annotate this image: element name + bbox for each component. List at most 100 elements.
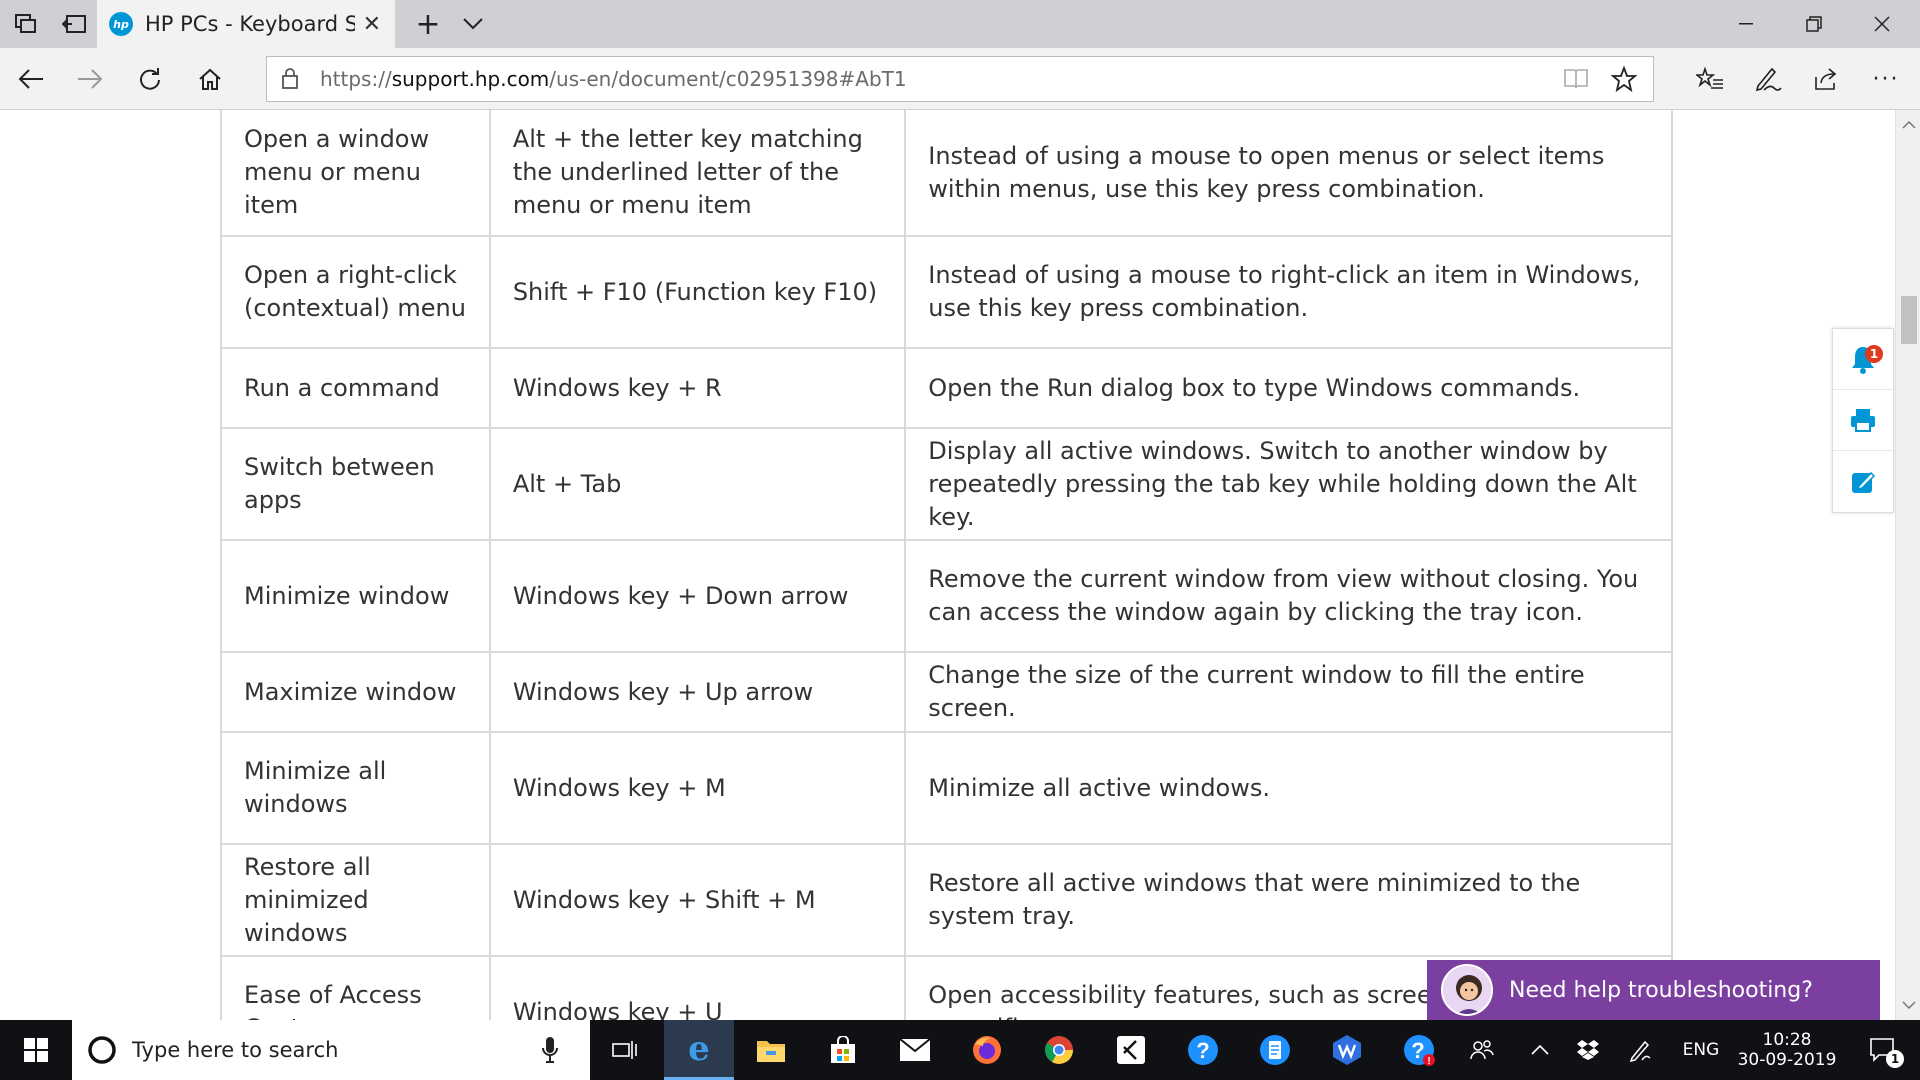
vertical-scrollbar[interactable]	[1895, 110, 1920, 1020]
chrome-icon	[1045, 1036, 1073, 1064]
more-options-icon[interactable]: ···	[1866, 59, 1906, 99]
description-cell: Instead of using a mouse to right-click …	[904, 235, 1673, 349]
favorite-star-icon[interactable]	[1610, 65, 1638, 96]
keys-cell: Windows key + U	[488, 955, 907, 1020]
microphone-icon[interactable]	[542, 1036, 558, 1064]
taskbar-store[interactable]	[808, 1020, 878, 1080]
scrollbar-thumb[interactable]	[1901, 296, 1917, 344]
table-row: Minimize window Windows key + Down arrow…	[220, 539, 1673, 653]
action-center-button[interactable]: 1	[1858, 1020, 1908, 1080]
action-cell: Ease of Access Center	[220, 955, 491, 1020]
windows-logo-icon	[24, 1038, 48, 1062]
clock-date: 30-09-2019	[1737, 1050, 1837, 1070]
address-bar[interactable]: https://support.hp.com/us-en/document/c0…	[266, 56, 1654, 102]
set-tabs-aside-icon[interactable]	[58, 0, 90, 48]
show-hidden-icons-chevron-icon[interactable]	[1522, 1020, 1558, 1080]
start-button[interactable]	[0, 1020, 72, 1080]
title-bar: hp HP PCs - Keyboard Shor ✕ +	[0, 0, 1920, 48]
taskbar-visual-studio[interactable]	[1096, 1020, 1166, 1080]
description-cell: Minimize all active windows.	[904, 731, 1673, 845]
keys-cell: Windows key + Shift + M	[488, 843, 907, 957]
notification-count-badge: 1	[1865, 345, 1883, 363]
reading-view-icon[interactable]	[1563, 68, 1589, 94]
firefox-icon	[973, 1036, 1001, 1064]
svg-text:?: ?	[1411, 1038, 1424, 1063]
scroll-up-arrow-icon[interactable]	[1896, 114, 1920, 136]
taskbar-firefox[interactable]	[952, 1020, 1022, 1080]
taskbar-chrome[interactable]	[1024, 1020, 1094, 1080]
action-cell: Open a right-click (contextual) menu	[220, 235, 491, 349]
taskbar-hp-support[interactable]: ?!	[1384, 1020, 1454, 1080]
action-cell: Restore all minimized windows	[220, 843, 491, 957]
input-language-indicator[interactable]: ENG	[1675, 1020, 1727, 1080]
svg-text:!: !	[1427, 1056, 1430, 1067]
tab-title: HP PCs - Keyboard Shor	[145, 12, 355, 36]
refresh-icon[interactable]	[130, 59, 170, 99]
table-row: Restore all minimized windows Windows ke…	[220, 843, 1673, 957]
support-assistant-icon: ?!	[1404, 1035, 1435, 1067]
keys-cell: Windows key + M	[488, 731, 907, 845]
keys-cell: Windows key + Up arrow	[488, 651, 907, 733]
notes-icon	[1260, 1035, 1290, 1065]
virtual-agent-chat-button[interactable]: Need help troubleshooting?	[1427, 960, 1880, 1020]
table-row: Minimize all windows Windows key + M Min…	[220, 731, 1673, 845]
agent-avatar	[1441, 964, 1493, 1016]
store-bag-icon	[831, 1036, 855, 1063]
close-window-icon[interactable]	[1848, 0, 1916, 48]
clock-time: 10:28	[1762, 1030, 1812, 1050]
pen-workspace-icon[interactable]	[1622, 1020, 1658, 1080]
web-note-pen-icon[interactable]	[1748, 59, 1788, 99]
url-text[interactable]: https://support.hp.com/us-en/document/c0…	[320, 67, 907, 91]
floating-tools-panel: 1	[1832, 328, 1894, 513]
help-question-icon: ?	[1188, 1035, 1218, 1065]
lock-icon[interactable]	[281, 67, 299, 93]
search-placeholder[interactable]: Type here to search	[132, 1038, 338, 1062]
scroll-down-arrow-icon[interactable]	[1896, 994, 1920, 1016]
favorites-hub-icon[interactable]	[1690, 59, 1730, 99]
task-view-button[interactable]	[590, 1020, 660, 1080]
taskbar-get-help[interactable]: ?	[1168, 1020, 1238, 1080]
action-cell: Switch between apps	[220, 427, 491, 541]
print-button[interactable]	[1833, 390, 1893, 451]
taskbar-mail[interactable]	[880, 1020, 950, 1080]
keys-cell: Windows key + R	[488, 347, 907, 429]
clock[interactable]: 10:28 30-09-2019	[1732, 1020, 1842, 1080]
action-cell: Minimize window	[220, 539, 491, 653]
action-cell: Open a window menu or menu item	[220, 110, 491, 237]
keys-cell: Windows key + Down arrow	[488, 539, 907, 653]
description-cell: Remove the current window from view with…	[904, 539, 1673, 653]
back-arrow-icon[interactable]	[11, 59, 51, 99]
hp-favicon-icon: hp	[109, 12, 133, 36]
edge-icon: e	[688, 1028, 710, 1069]
minimize-window-icon[interactable]	[1712, 0, 1780, 48]
restore-window-icon[interactable]	[1780, 0, 1848, 48]
new-tab-icon[interactable]: +	[410, 0, 446, 48]
feedback-button[interactable]	[1833, 451, 1893, 512]
tab-preview-chevron-icon[interactable]	[455, 0, 491, 48]
mail-envelope-icon	[899, 1038, 931, 1061]
page-content: Open a window menu or menu item Alt + th…	[0, 110, 1895, 1020]
home-icon[interactable]	[190, 59, 230, 99]
table-row: Run a command Windows key + R Open the R…	[220, 347, 1673, 429]
browser-tab[interactable]: hp HP PCs - Keyboard Shor ✕	[97, 0, 395, 48]
edit-feedback-icon	[1852, 471, 1876, 493]
forward-arrow-icon[interactable]	[70, 59, 110, 99]
taskbar-search-box[interactable]: Type here to search	[72, 1020, 590, 1080]
description-cell: Instead of using a mouse to open menus o…	[904, 110, 1673, 237]
chat-label: Need help troubleshooting?	[1509, 977, 1813, 1003]
close-tab-icon[interactable]: ✕	[363, 12, 381, 37]
description-cell: Open the Run dialog box to type Windows …	[904, 347, 1673, 429]
share-icon[interactable]	[1807, 59, 1847, 99]
taskbar-notes-app[interactable]	[1240, 1020, 1310, 1080]
action-cell: Run a command	[220, 347, 491, 429]
tab-manager-icon[interactable]	[10, 0, 42, 48]
taskbar-file-explorer[interactable]	[736, 1020, 806, 1080]
notifications-button[interactable]: 1	[1833, 329, 1893, 390]
taskbar-edge-app[interactable]: e	[664, 1020, 734, 1080]
windows-taskbar: Type here to search e ? ?! ENG 10:28 30-…	[0, 1020, 1920, 1080]
taskbar-wps-app[interactable]	[1312, 1020, 1382, 1080]
action-center-count-badge: 1	[1886, 1050, 1904, 1068]
people-icon[interactable]	[1462, 1020, 1502, 1080]
dropbox-icon[interactable]	[1570, 1020, 1606, 1080]
table-row: Switch between apps Alt + Tab Display al…	[220, 427, 1673, 541]
